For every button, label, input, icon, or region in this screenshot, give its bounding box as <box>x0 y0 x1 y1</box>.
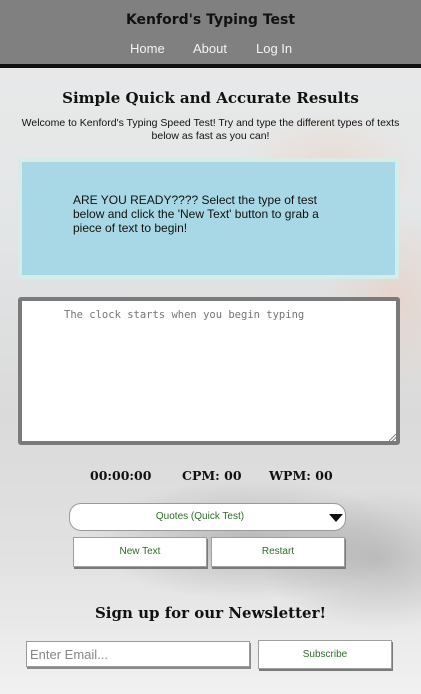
chevron-down-icon <box>329 514 343 522</box>
typing-input[interactable] <box>18 297 400 445</box>
prompt-text: ARE YOU READY???? Select the type of tes… <box>73 193 319 235</box>
site-header: Kenford's Typing Test Home About Log In <box>0 0 421 68</box>
prompt-box: ARE YOU READY???? Select the type of tes… <box>18 158 399 279</box>
site-title: Kenford's Typing Test <box>125 12 296 28</box>
timer-display: 00:00:00 <box>90 468 152 483</box>
email-field[interactable] <box>26 641 250 667</box>
intro-text: Welcome to Kenford's Typing Speed Test! … <box>21 117 400 142</box>
restart-button[interactable]: Restart <box>211 537 345 567</box>
resize-handle-icon[interactable] <box>389 434 396 441</box>
nav-about-link[interactable]: About <box>193 41 227 56</box>
test-type-select[interactable]: Quotes (Quick Test) <box>69 503 346 531</box>
test-type-selected: Quotes (Quick Test) <box>155 511 245 522</box>
subscribe-button[interactable]: Subscribe <box>258 640 392 669</box>
cpm-display: CPM: 00 <box>182 468 242 483</box>
nav-home-link[interactable]: Home <box>130 41 165 56</box>
page-headline: Simple Quick and Accurate Results <box>62 89 359 107</box>
nav-login-link[interactable]: Log In <box>256 41 292 56</box>
new-text-button[interactable]: New Text <box>73 537 207 567</box>
newsletter-title: Sign up for our Newsletter! <box>94 604 327 622</box>
wpm-display: WPM: 00 <box>269 468 333 483</box>
